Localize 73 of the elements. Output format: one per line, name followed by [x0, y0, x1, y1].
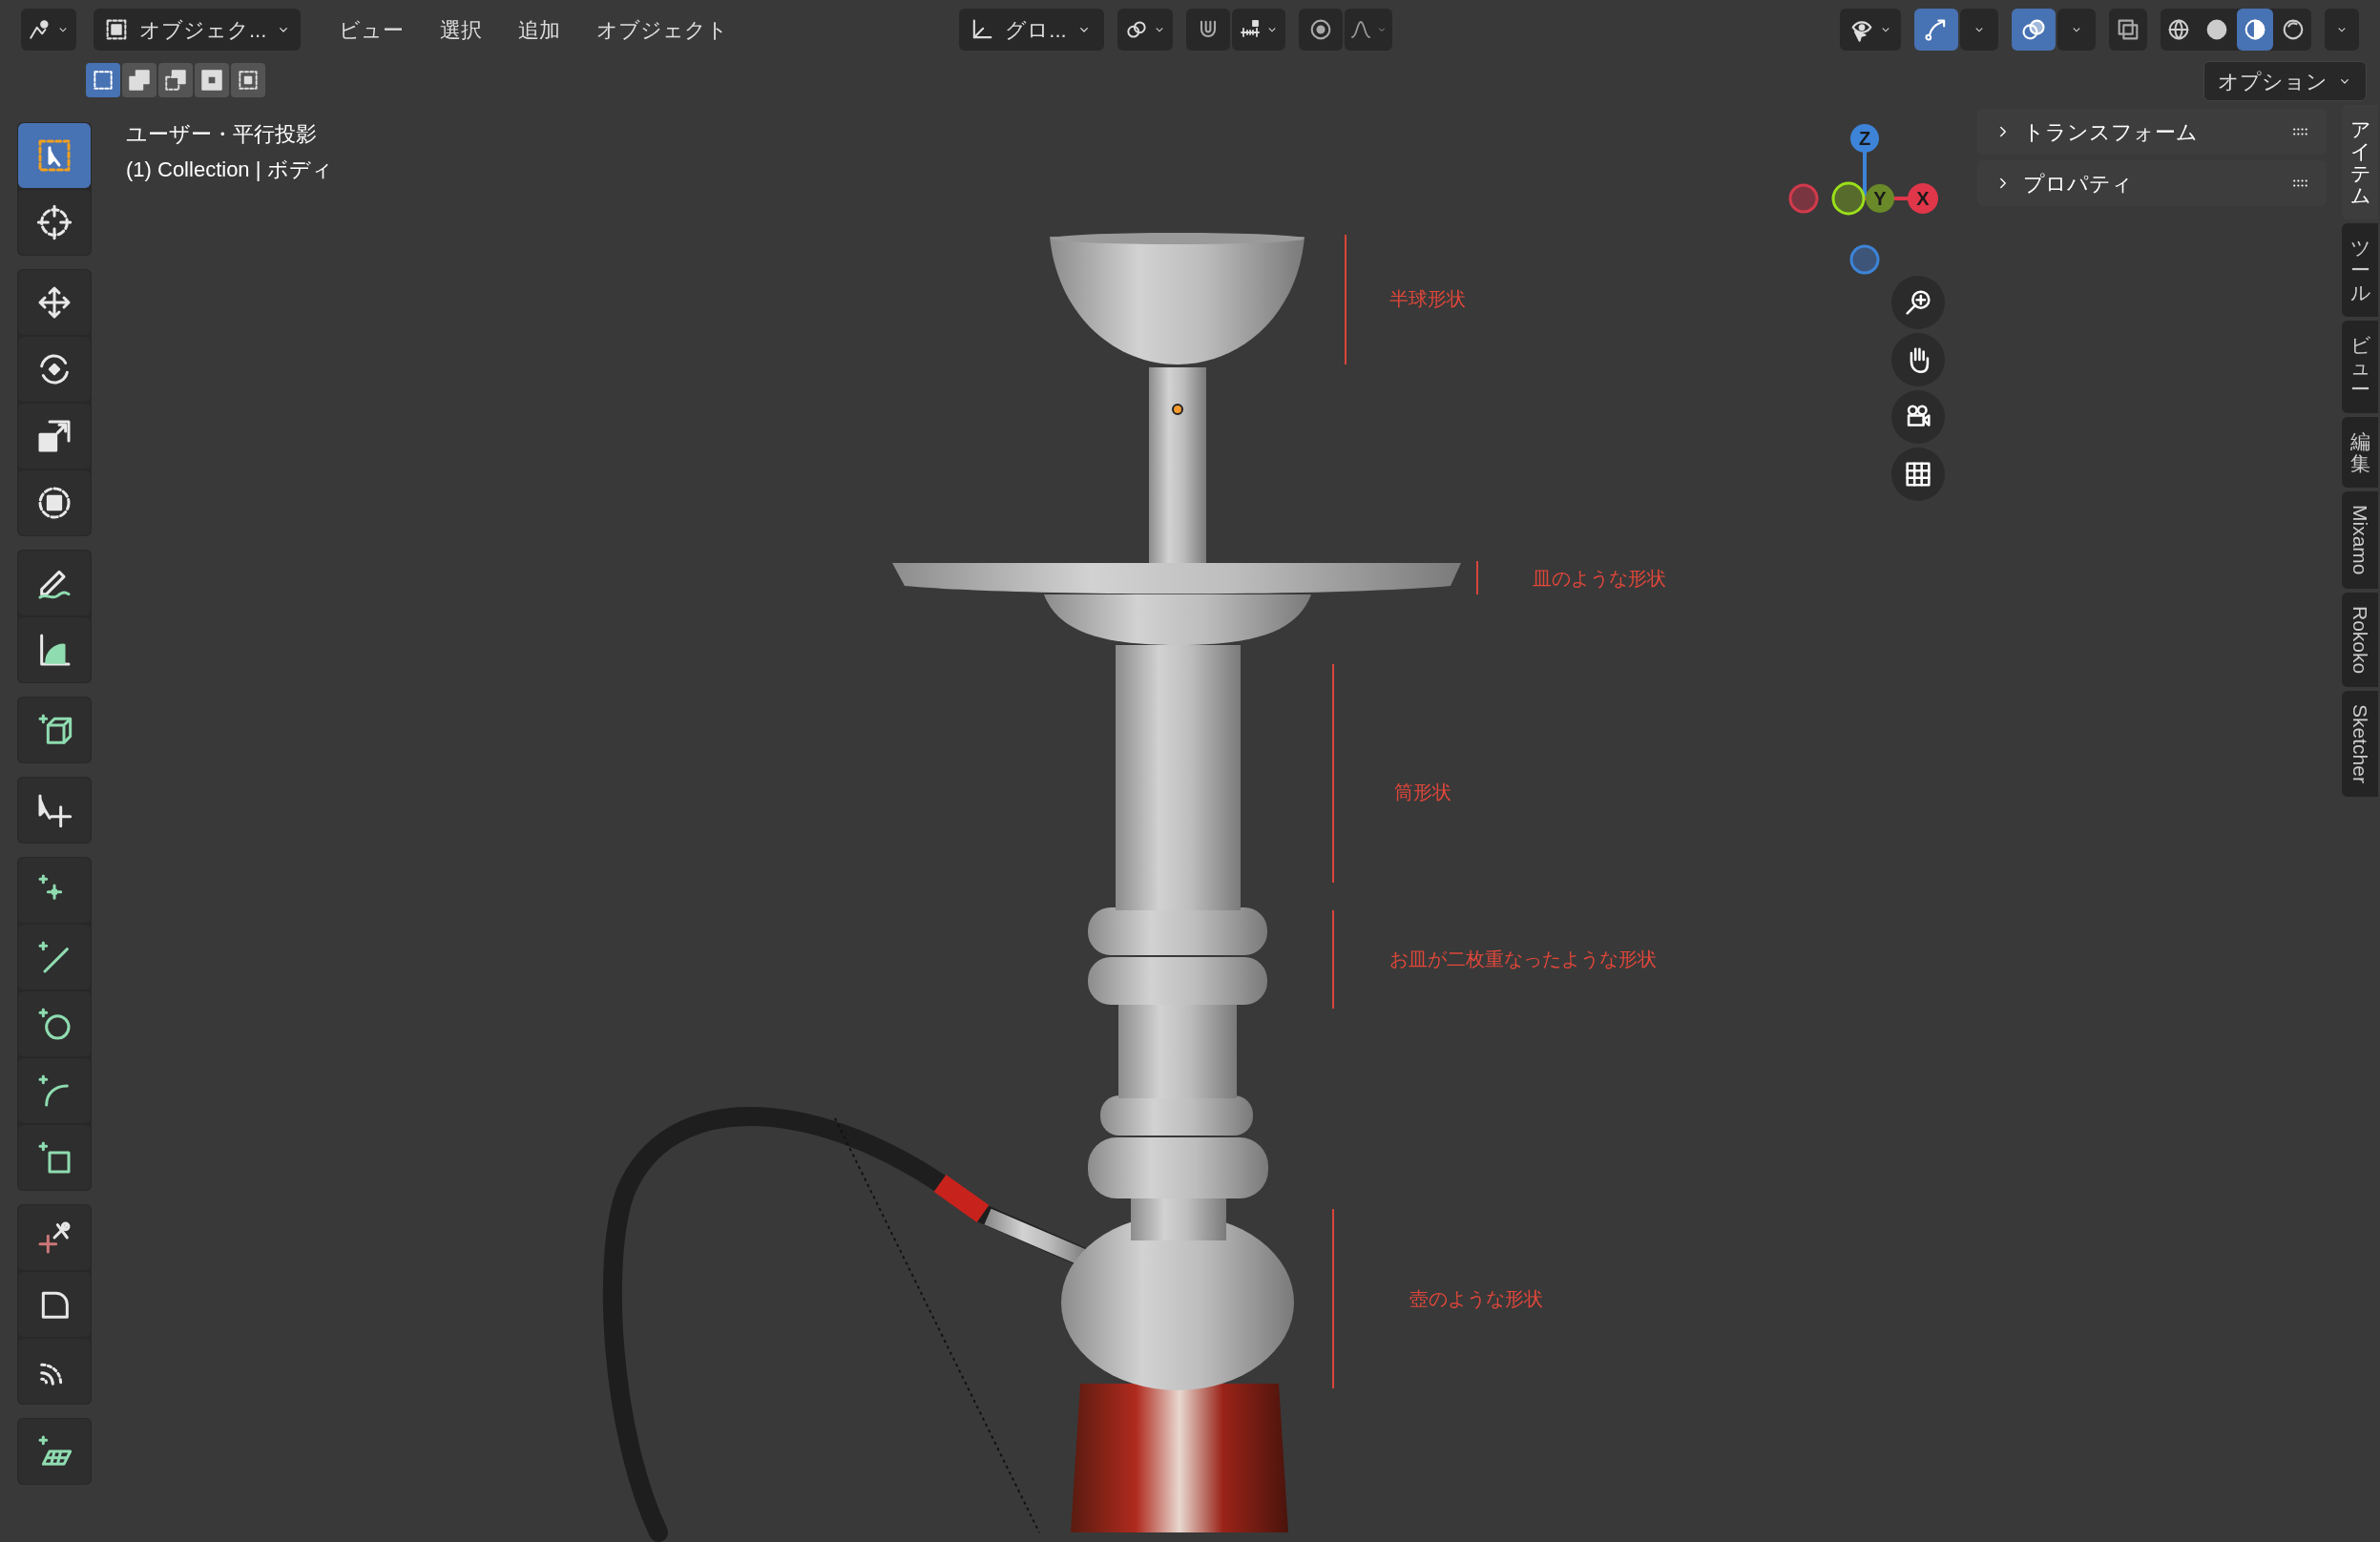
selection-mode-button[interactable]	[158, 63, 193, 97]
menu-item[interactable]: オブジェクト	[583, 9, 742, 51]
menu-item[interactable]: 追加	[505, 9, 574, 51]
snap-toggle[interactable]	[1186, 9, 1231, 51]
sidebar-tab[interactable]: ビュー	[2342, 320, 2378, 413]
orientation-dropdown[interactable]: グロ...	[959, 9, 1105, 51]
falloff-dropdown[interactable]	[1345, 9, 1393, 51]
extend-selection-icon	[127, 68, 152, 93]
visibility-dropdown[interactable]	[1840, 9, 1901, 51]
leader-line	[1476, 561, 1478, 594]
falloff-curve-icon	[1349, 18, 1373, 41]
selection-mode-button[interactable]	[195, 63, 229, 97]
tool-button[interactable]	[18, 698, 91, 762]
menu-item[interactable]: 選択	[427, 9, 496, 51]
tool-button[interactable]	[18, 470, 91, 535]
tool-button[interactable]	[18, 551, 91, 615]
axis-label: Y	[1872, 187, 1888, 211]
menu-item[interactable]: ビュー	[325, 9, 418, 51]
sidebar-tab[interactable]: Mixamo	[2342, 491, 2378, 589]
gizmo-toggle[interactable]	[1914, 9, 1958, 51]
mode-dropdown[interactable]: オブジェク...	[94, 9, 302, 51]
options-dropdown[interactable]: オプション	[2203, 61, 2367, 101]
tool-button[interactable]	[18, 1272, 91, 1337]
origin-dot	[1172, 404, 1183, 415]
tool-button[interactable]	[18, 190, 91, 255]
tool-button[interactable]	[18, 778, 91, 843]
camera-view-button[interactable]	[1891, 390, 1945, 444]
view-name: ユーザー・平行投影	[126, 121, 318, 148]
sidebar-tab[interactable]: Sketcher	[2342, 690, 2378, 797]
annotation-label: 壺のような形状	[1409, 1287, 1543, 1310]
tool-button[interactable]	[18, 858, 91, 923]
tool-button[interactable]	[18, 925, 91, 990]
annotation-label: 皿のような形状	[1533, 567, 1666, 590]
shading-mode-button[interactable]	[2237, 9, 2273, 51]
sidebar-tab[interactable]: アイテム	[2342, 105, 2378, 220]
zoom-button[interactable]	[1891, 276, 1945, 329]
sidebar-tab[interactable]: 編集	[2342, 416, 2378, 489]
new-selection-icon	[91, 68, 115, 93]
tool-button[interactable]	[18, 1339, 91, 1404]
intersect-selection-icon	[236, 68, 261, 93]
editor-type-button[interactable]	[21, 9, 76, 51]
sidebar-tab[interactable]: Rokoko	[2342, 592, 2378, 687]
sidebar-tab[interactable]: ツール	[2342, 223, 2378, 317]
snap-target-dropdown[interactable]	[1232, 9, 1286, 51]
tool-button[interactable]	[18, 404, 91, 469]
tool-button[interactable]	[18, 270, 91, 335]
ortho-toggle-button[interactable]	[1891, 448, 1945, 501]
annotation-label: お皿が二枚重なったような形状	[1389, 948, 1657, 970]
panel-header[interactable]: トランスフォーム	[1977, 109, 2327, 155]
tool-button[interactable]	[18, 991, 91, 1056]
overlays-toggle[interactable]	[2012, 9, 2056, 51]
pivot-dropdown[interactable]	[1117, 9, 1174, 51]
crosshair-icon	[35, 203, 73, 241]
invert-selection-icon	[199, 68, 224, 93]
tool-button[interactable]	[18, 1205, 91, 1270]
subtract-selection-icon	[163, 68, 188, 93]
pan-button[interactable]	[1891, 333, 1945, 386]
tool-button[interactable]	[18, 1125, 91, 1190]
selection-mode-button[interactable]	[86, 63, 120, 97]
tool-button[interactable]	[18, 1058, 91, 1123]
annotation-label: 半球形状	[1389, 287, 1466, 310]
selection-mode-button[interactable]	[231, 63, 265, 97]
annotation-label: 筒形状	[1394, 781, 1451, 803]
tool-button[interactable]	[18, 337, 91, 402]
selection-mode-button[interactable]	[122, 63, 157, 97]
proportional-toggle[interactable]	[1299, 9, 1344, 51]
panel-header[interactable]: プロパティ	[1977, 160, 2327, 206]
tool-button[interactable]	[18, 617, 91, 682]
axis-label: Z	[1857, 127, 1872, 151]
axis-label: X	[1915, 187, 1931, 211]
xray-toggle[interactable]	[2109, 9, 2147, 51]
object-info: (1) Collection | ボディ	[126, 156, 333, 183]
tool-button[interactable]	[18, 1419, 91, 1484]
